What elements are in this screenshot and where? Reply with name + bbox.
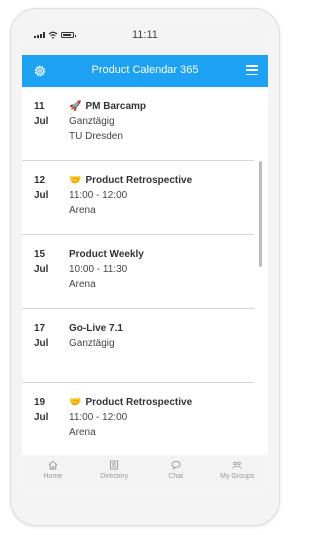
app-header: Product Calendar 365 <box>22 55 268 87</box>
event-location: TU Dresden <box>69 131 123 142</box>
nav-label: My Groups <box>220 473 255 480</box>
event-time: Ganztägig <box>69 116 115 127</box>
event-time: 11:00 - 12:00 <box>69 190 128 201</box>
event-location: Arena <box>69 205 96 216</box>
event-title-text: Product Retrospective <box>85 175 193 186</box>
event-item[interactable]: 17 Jul Go-Live 7.1 Ganztägig <box>22 309 268 383</box>
handshake-icon: 🤝 <box>69 175 82 186</box>
event-month: Jul <box>34 264 49 275</box>
event-item[interactable]: 15 Jul Product Weekly 10:00 - 11:30 Aren… <box>22 235 268 309</box>
event-title-text: Go-Live 7.1 <box>69 323 123 334</box>
wifi-icon <box>48 31 58 39</box>
nav-label: Home <box>43 473 63 480</box>
nav-label: Chat <box>168 473 184 480</box>
event-day: 19 <box>34 397 46 408</box>
event-title-text: Product Weekly <box>69 249 144 260</box>
event-day: 17 <box>34 323 46 334</box>
event-item[interactable]: 11 Jul 🚀 PM Barcamp Ganztägig TU Dresden <box>22 87 268 161</box>
event-title: 🤝 Product Retrospective <box>69 397 192 408</box>
scrollbar[interactable] <box>259 161 262 267</box>
status-bar: 11:11 <box>22 21 268 55</box>
battery-icon <box>61 32 76 38</box>
event-item[interactable]: 19 Jul 🤝 Product Retrospective 11:00 - 12… <box>22 383 268 455</box>
event-item[interactable]: 12 Jul 🤝 Product Retrospective 11:00 - 12… <box>22 161 268 235</box>
nav-item-chat[interactable]: Chat <box>145 455 207 491</box>
chat-icon <box>171 461 181 470</box>
event-month: Jul <box>34 116 49 127</box>
event-day: 12 <box>34 175 46 186</box>
nav-item-directory[interactable]: Directory <box>84 455 146 491</box>
status-time: 11:11 <box>132 29 158 41</box>
event-time: 11:00 - 12:00 <box>69 412 128 423</box>
handshake-icon: 🤝 <box>69 397 82 408</box>
event-title: Product Weekly <box>69 249 144 260</box>
nav-item-home[interactable]: Home <box>22 455 84 491</box>
nav-item-my-groups[interactable]: My Groups <box>207 455 269 491</box>
event-day: 15 <box>34 249 46 260</box>
event-title: 🤝 Product Retrospective <box>69 175 192 186</box>
status-indicators <box>34 31 76 39</box>
event-day: 11 <box>34 101 45 112</box>
event-title-text: Product Retrospective <box>85 397 193 408</box>
event-location: Arena <box>69 427 96 438</box>
event-month: Jul <box>34 412 49 423</box>
app-screen: 11:11 Product Calendar 365 11 Jul 🚀 PM Ba… <box>22 21 268 514</box>
event-month: Jul <box>34 338 49 349</box>
bottom-nav: Home Directory Chat My Groups <box>22 455 268 491</box>
event-location: Arena <box>69 279 96 290</box>
home-indicator-area <box>22 491 268 514</box>
groups-icon <box>232 461 242 469</box>
home-icon <box>48 460 58 470</box>
event-title-text: PM Barcamp <box>85 101 147 112</box>
event-list: 11 Jul 🚀 PM Barcamp Ganztägig TU Dresden … <box>22 87 268 455</box>
directory-icon <box>110 460 119 470</box>
app-title: Product Calendar 365 <box>91 64 199 76</box>
event-title: Go-Live 7.1 <box>69 323 123 334</box>
event-time: 10:00 - 11:30 <box>69 264 128 275</box>
signal-icon <box>34 32 45 38</box>
event-title: 🚀 PM Barcamp <box>69 101 146 112</box>
rocket-icon: 🚀 <box>69 101 82 112</box>
event-month: Jul <box>34 190 49 201</box>
hamburger-menu-icon[interactable] <box>246 65 258 75</box>
event-time: Ganztägig <box>69 338 115 349</box>
nav-label: Directory <box>100 473 129 480</box>
